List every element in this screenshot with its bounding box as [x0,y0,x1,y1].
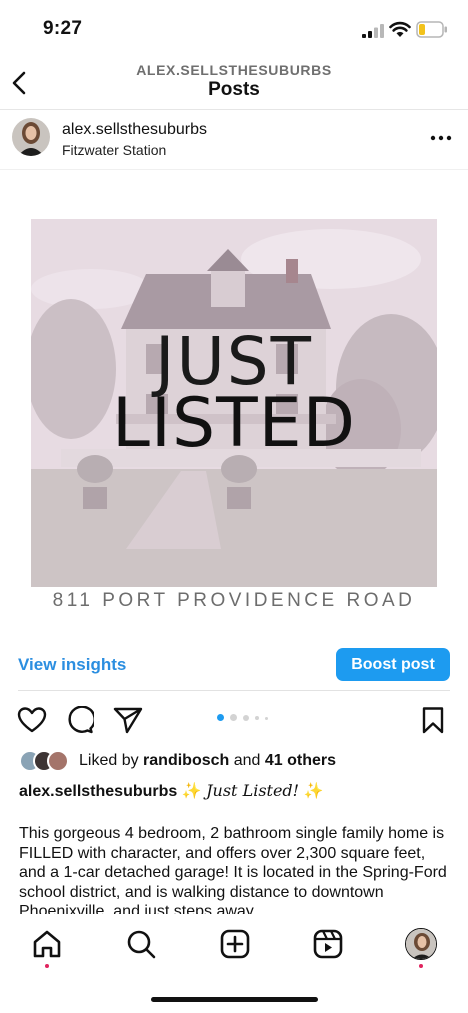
cellular-signal-icon [362,24,384,38]
home-icon[interactable] [32,929,62,959]
header-username: ALEX.SELLSTHESUBURBS [136,62,332,78]
create-icon[interactable] [220,929,250,959]
caption-title: Just Listed! [206,781,300,800]
page-title: Posts [208,79,260,100]
image-text-listed: LISTED [112,384,356,463]
liker-avatars [19,750,69,772]
carousel-dot [230,714,237,721]
caption-header: alex.sellsthesuburbs ✨ Just Listed! ✨ [19,781,459,801]
post-media[interactable]: JUST LISTED 811 PORT PROVIDENCE ROAD [0,170,468,638]
post-author-avatar[interactable] [12,118,50,156]
reels-icon[interactable] [313,929,343,959]
image-text-address: 811 PORT PROVIDENCE ROAD [52,590,416,611]
carousel-indicator [217,714,277,722]
carousel-dot [255,716,259,720]
divider [18,690,450,691]
caption-body: This gorgeous 4 bedroom, 2 bathroom sing… [19,825,447,914]
likes-prefix: Liked by [79,752,139,769]
insights-row: View insights Boost post [0,640,468,690]
caption-username[interactable]: alex.sellsthesuburbs [19,783,177,800]
bottom-tab-bar [0,914,468,1013]
liker-username[interactable]: randibosch [143,752,229,769]
search-icon[interactable] [126,929,156,959]
post-location[interactable]: Fitzwater Station [62,142,166,158]
post-author-username[interactable]: alex.sellsthesuburbs [62,121,207,139]
nav-header: ALEX.SELLSTHESUBURBS Posts [0,58,468,110]
comment-icon[interactable] [64,706,94,734]
sparkle-emoji: ✨ [303,783,324,800]
post-actions [0,700,468,740]
carousel-dot [217,714,224,721]
wifi-icon [389,21,411,37]
bookmark-icon[interactable] [419,706,447,734]
home-notification-dot [45,964,49,968]
battery-icon [416,21,447,38]
more-options-icon[interactable] [430,128,452,148]
likes-others[interactable]: 41 others [265,752,336,769]
post-header: alex.sellsthesuburbs Fitzwater Station [0,110,468,170]
boost-post-button[interactable]: Boost post [336,648,450,681]
carousel-dot [243,715,249,721]
likes-text: Liked by randibosch and 41 others [79,752,336,770]
status-time: 9:27 [43,18,83,39]
likes-row[interactable]: Liked by randibosch and 41 others [0,750,468,774]
profile-notification-dot [419,964,423,968]
share-icon[interactable] [113,706,143,734]
sparkle-emoji: ✨ [181,783,202,800]
likes-joiner: and [233,752,261,769]
carousel-dot [265,717,268,720]
profile-avatar[interactable] [405,928,437,960]
view-insights-link[interactable]: View insights [18,655,126,675]
home-indicator [151,997,318,1002]
status-bar: 9:27 [0,0,468,58]
heart-icon[interactable] [17,706,47,734]
